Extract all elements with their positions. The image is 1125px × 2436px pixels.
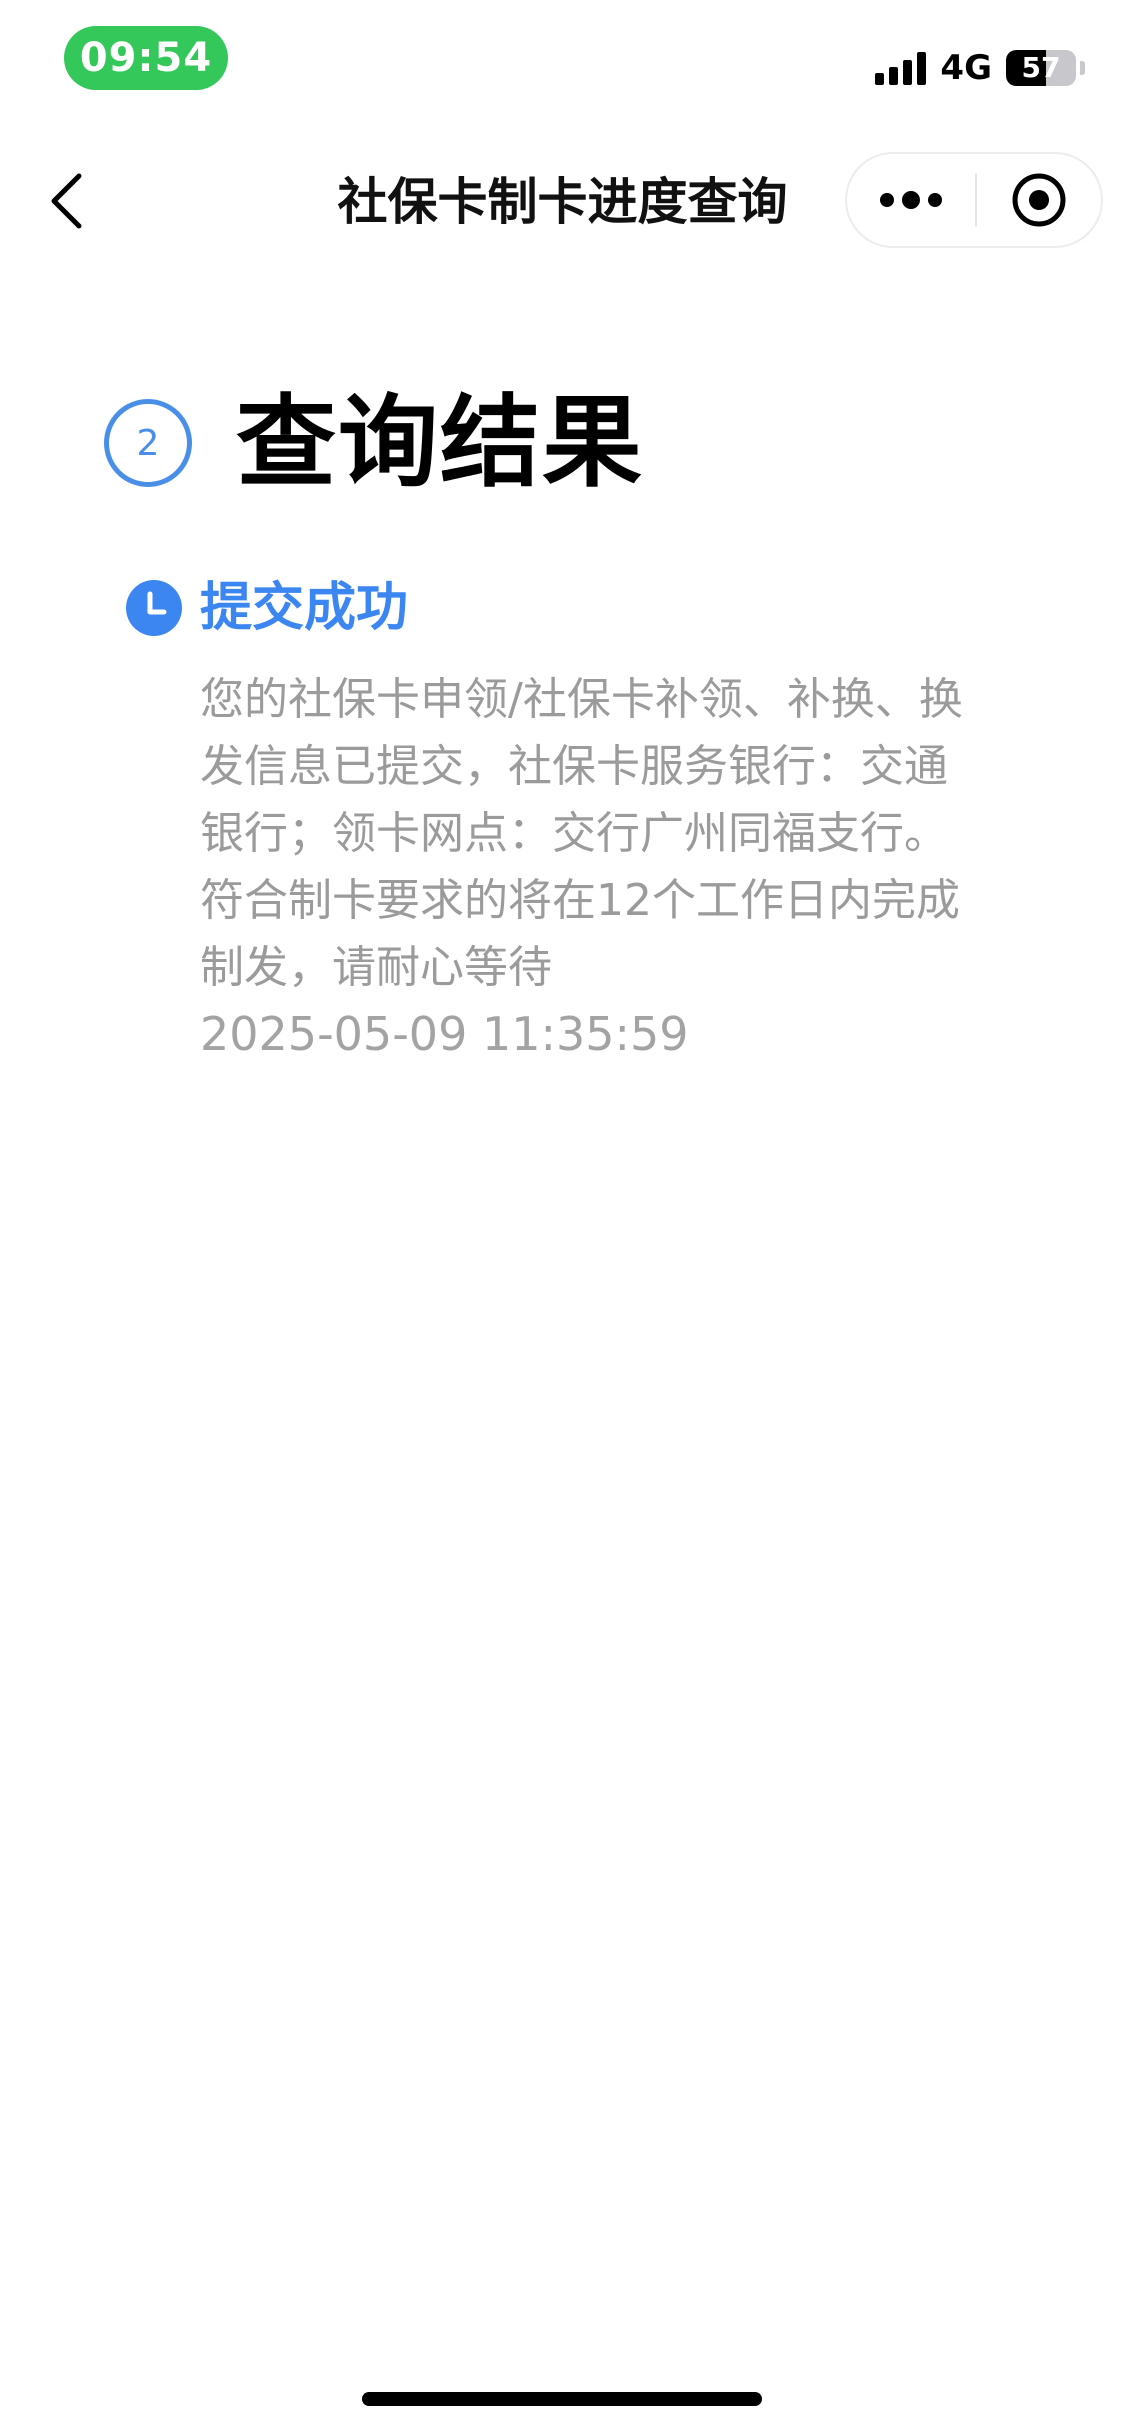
- status-time: 09:54: [64, 26, 228, 90]
- status-timestamp: 2025-05-09 11:35:59: [200, 1007, 689, 1061]
- mini-program-capsule: [845, 152, 1103, 248]
- battery-icon: 57: [1006, 50, 1076, 86]
- step-header: 2 查询结果: [104, 378, 644, 508]
- step-title: 查询结果: [236, 384, 644, 501]
- signal-icon: [875, 51, 927, 85]
- status-bar: 09:54 4G 57: [0, 0, 1125, 130]
- target-circle-icon: [1012, 173, 1066, 227]
- step-number-badge: 2: [104, 399, 192, 487]
- more-button[interactable]: [847, 152, 975, 248]
- close-button[interactable]: [977, 152, 1101, 248]
- more-dots-icon: [880, 191, 942, 209]
- battery-level: 57: [1021, 51, 1061, 84]
- battery-tip: [1080, 61, 1085, 75]
- network-type: 4G: [940, 48, 992, 88]
- status-indicators: 4G 57: [875, 48, 1085, 88]
- clock-icon: [126, 580, 182, 636]
- navigation-bar: 社保卡制卡进度查询: [0, 130, 1125, 270]
- status-title: 提交成功: [200, 578, 409, 638]
- home-indicator[interactable]: [362, 2392, 762, 2406]
- status-description: 您的社保卡申领/社保卡补领、补换、换发信息已提交，社保卡服务银行：交通银行；领卡…: [200, 674, 963, 993]
